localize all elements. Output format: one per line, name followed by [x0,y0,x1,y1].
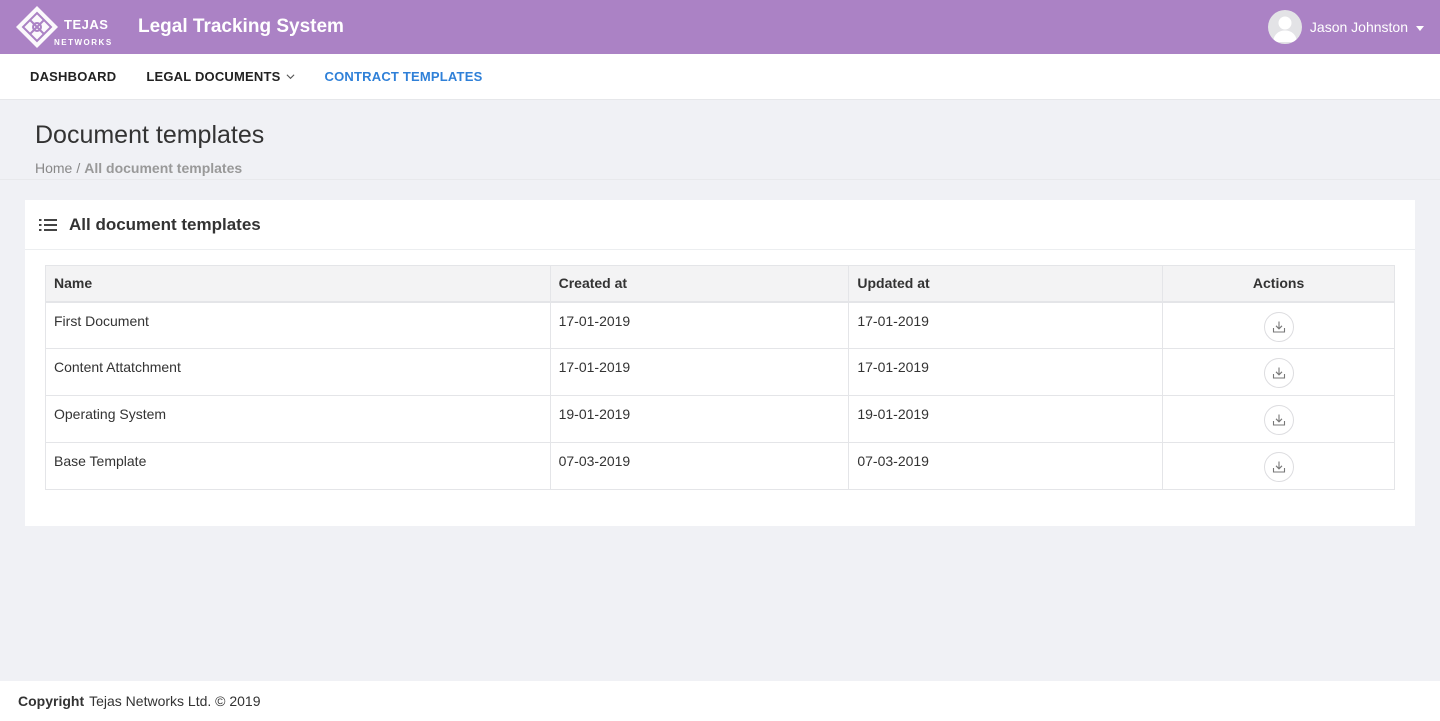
table-row: Operating System 19-01-2019 19-01-2019 [45,395,1395,443]
user-name[interactable]: Jason Johnston [1310,19,1408,35]
cell-updated: 19-01-2019 [848,395,1164,443]
column-header-updated[interactable]: Updated at [848,265,1164,303]
breadcrumb: Home / All document templates [35,160,242,176]
user-silhouette-icon [1272,16,1297,42]
footer: Copyright Tejas Networks Ltd. © 2019 [0,681,1440,721]
cell-updated: 17-01-2019 [848,301,1164,349]
download-icon [1272,321,1285,333]
cell-actions [1162,301,1395,349]
table-row: Base Template 07-03-2019 07-03-2019 [45,442,1395,490]
cell-name: Content Attatchment [45,348,551,396]
card-title: All document templates [69,214,261,234]
cell-created: 17-01-2019 [549,348,850,396]
cell-updated: 17-01-2019 [848,348,1164,396]
user-menu[interactable]: Jason Johnston [1267,10,1424,44]
download-button[interactable] [1263,405,1294,435]
page-title: Document templates [35,121,265,149]
table-row: Content Attatchment 17-01-2019 17-01-2019 [45,348,1395,396]
download-icon [1272,414,1285,426]
cell-name: Base Template [45,442,551,490]
column-header-name[interactable]: Name [45,265,551,303]
table-row: First Document 17-01-2019 17-01-2019 [45,301,1395,349]
nav-contract-templates[interactable]: CONTRACT TEMPLATES [325,69,483,84]
company-logo[interactable]: TEJAS NETWORKS [14,4,122,50]
download-button[interactable] [1263,452,1294,482]
templates-table-wrap: Name Created at Updated at Actions First… [45,265,1395,490]
card-header: All document templates [25,200,1415,250]
table-body: First Document 17-01-2019 17-01-2019 Conten… [45,301,1395,490]
top-header: TEJAS NETWORKS Legal Tracking System Jas… [0,0,1440,54]
cell-name: Operating System [45,395,551,443]
caret-down-icon[interactable] [1416,25,1424,31]
download-icon [1272,461,1285,473]
footer-copyright-text: Tejas Networks Ltd. © 2019 [89,693,261,709]
footer-copyright-label: Copyright [18,693,85,709]
nav-legal-documents[interactable]: LEGAL DOCUMENTS [146,69,295,84]
column-header-created[interactable]: Created at [549,265,850,303]
download-icon [1272,367,1285,379]
cell-actions [1162,442,1395,490]
download-button[interactable] [1263,358,1294,388]
nav-legal-documents-label: LEGAL DOCUMENTS [146,69,281,84]
avatar[interactable] [1267,10,1302,44]
cell-actions [1162,348,1395,396]
cell-created: 17-01-2019 [549,301,850,349]
heading-divider [0,179,1440,180]
cell-actions [1162,395,1395,443]
table-header-row: Name Created at Updated at Actions [45,265,1395,303]
cell-name: First Document [45,301,551,349]
download-button[interactable] [1263,311,1294,342]
templates-card: All document templates Name Created at U… [25,200,1415,526]
list-icon [39,218,57,231]
column-header-actions: Actions [1162,265,1395,303]
templates-table: Name Created at Updated at Actions First… [45,265,1395,490]
breadcrumb-separator: / [76,160,81,176]
nav-dashboard[interactable]: DASHBOARD [30,69,116,84]
logo-text: TEJAS [64,17,109,32]
logo-subtext: NETWORKS [54,38,113,47]
nav-contract-templates-label: CONTRACT TEMPLATES [324,69,483,84]
main-nav: DASHBOARD LEGAL DOCUMENTS CONTRACT TEMPL… [0,54,1440,100]
breadcrumb-home[interactable]: Home [35,160,72,176]
breadcrumb-current: All document templates [84,160,243,176]
cell-created: 07-03-2019 [549,442,850,490]
chevron-down-icon [286,74,295,80]
cell-created: 19-01-2019 [549,395,850,443]
cell-updated: 07-03-2019 [848,442,1164,490]
nav-dashboard-label: DASHBOARD [30,69,117,84]
app-title: Legal Tracking System [138,16,344,37]
